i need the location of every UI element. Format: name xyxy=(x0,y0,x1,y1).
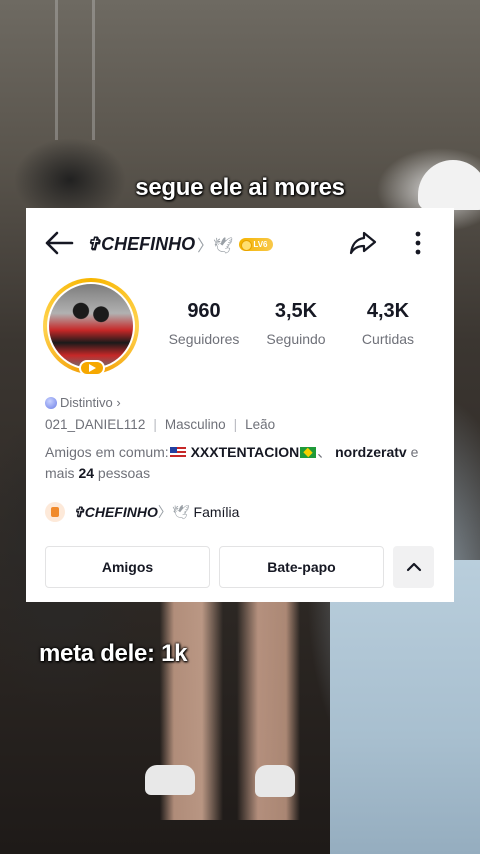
stat-value: 960 xyxy=(187,300,221,322)
stat-following[interactable]: 3,5K Seguindo xyxy=(251,300,341,347)
mutual-prefix: Amigos em comum: xyxy=(45,444,169,460)
profile-title: ✞CHEFINHO 〉🕊 LV6 xyxy=(86,232,273,256)
mutual-more-count: 24 xyxy=(78,465,95,481)
mutual-conj: e xyxy=(410,444,419,460)
stage-truss xyxy=(55,0,95,140)
mutual-more-suffix: pessoas xyxy=(97,465,151,481)
profile-card: ✞CHEFINHO 〉🕊 LV6 960 Seguidores 3,5K Seg… xyxy=(26,208,454,602)
mutual-friend-1: XXXTENTACION xyxy=(190,444,300,460)
play-icon xyxy=(88,364,96,372)
family-label: Família xyxy=(193,504,240,520)
mutual-friend-2: nordzeratv xyxy=(335,444,407,460)
share-icon[interactable] xyxy=(348,229,378,257)
profile-name: ✞CHEFINHO xyxy=(86,233,196,254)
separator: | xyxy=(153,417,157,432)
expand-button[interactable] xyxy=(393,546,434,588)
caption-top: segue ele ai mores xyxy=(135,174,345,201)
stat-value: 4,3K xyxy=(366,300,410,322)
stat-label: Curtidas xyxy=(361,331,415,347)
profile-name-decoration: 〉🕊 xyxy=(197,238,234,255)
username: 021_DANIEL112 xyxy=(45,417,146,432)
family-name: ✞CHEFINHO xyxy=(73,504,158,520)
brazil-flag-icon xyxy=(300,447,317,458)
profile-info-line: 021_DANIEL112 | Masculino | Leão xyxy=(45,417,275,432)
gender: Masculino xyxy=(164,417,226,432)
caption-bottom: meta dele: 1k xyxy=(39,640,188,667)
badge-link-label: Distintivo › xyxy=(60,395,121,410)
mutual-more-prefix: mais xyxy=(45,465,75,481)
friends-button[interactable]: Amigos xyxy=(45,546,210,588)
level-badge: LV6 xyxy=(239,237,273,251)
separator: | xyxy=(233,417,238,432)
left-sneaker xyxy=(145,765,195,795)
stat-likes[interactable]: 4,3K Curtidas xyxy=(343,300,433,347)
live-indicator xyxy=(79,360,105,376)
more-vertical-icon[interactable] xyxy=(408,229,428,257)
stat-label: Seguindo xyxy=(266,331,326,347)
zodiac-sign: Leão xyxy=(245,417,276,432)
stat-label: Seguidores xyxy=(168,331,240,347)
family-row[interactable]: ✞CHEFINHO〉🕊 Família xyxy=(45,502,239,522)
avatar-frame[interactable] xyxy=(43,278,139,376)
profile-top-bar: ✞CHEFINHO 〉🕊 LV6 xyxy=(26,226,454,260)
stat-followers[interactable]: 960 Seguidores xyxy=(159,300,249,347)
family-icon xyxy=(45,502,65,522)
family-name-decoration: 〉🕊 xyxy=(157,504,190,520)
badge-link[interactable]: Distintivo › xyxy=(45,395,121,410)
us-flag-icon xyxy=(169,447,186,458)
back-arrow-icon[interactable] xyxy=(42,229,76,257)
mutual-friends[interactable]: Amigos em comum: XXXTENTACION、 nordzerat… xyxy=(45,442,425,484)
right-sneaker xyxy=(255,765,295,797)
avatar xyxy=(47,282,135,370)
badge-icon xyxy=(45,396,57,409)
jeans-figure xyxy=(330,560,480,854)
chat-button[interactable]: Bate-papo xyxy=(219,546,384,588)
chevron-up-icon xyxy=(406,562,421,572)
stat-value: 3,5K xyxy=(274,300,318,322)
